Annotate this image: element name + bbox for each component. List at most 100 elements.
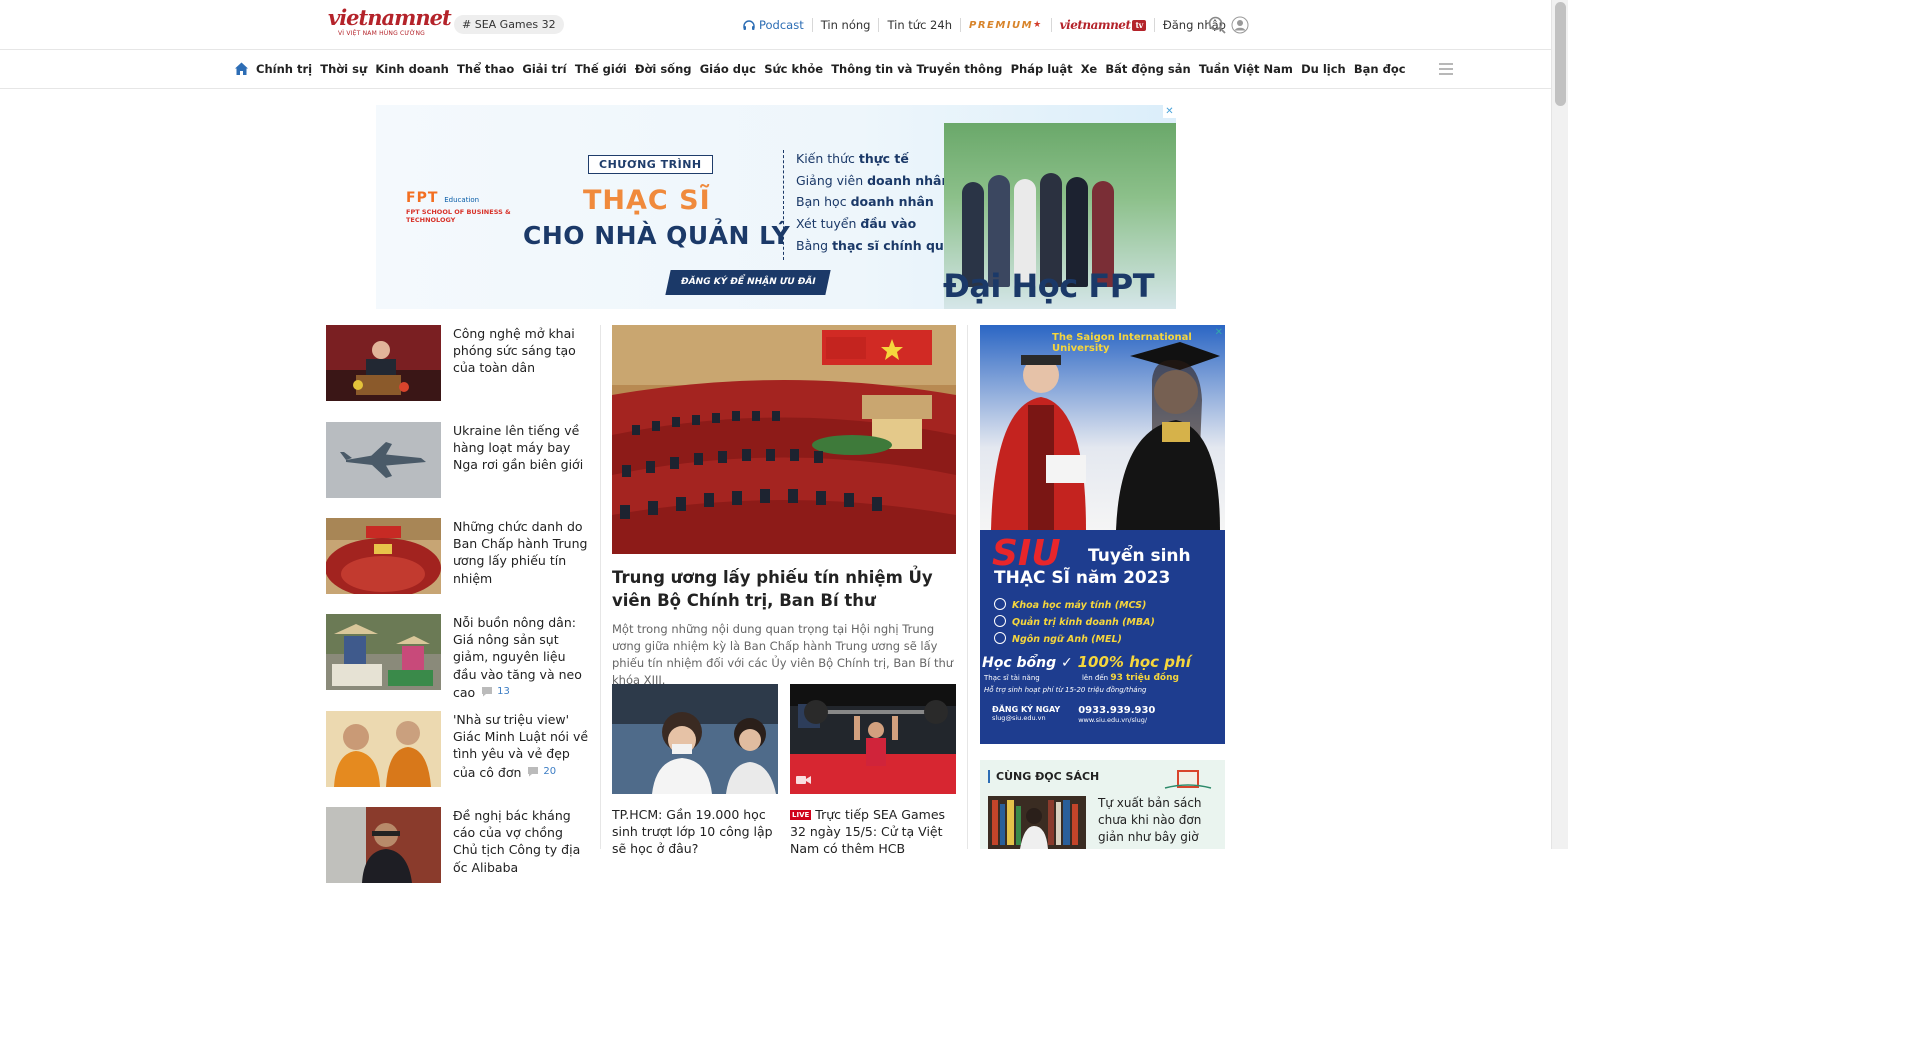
list-item[interactable]: Ukraine lên tiếng về hàng loạt máy bay N… [326,422,591,498]
news-title[interactable]: Công nghệ mở khai phóng sức sáng tạo của… [453,325,591,377]
vietnamnet-tv-link[interactable]: vietnamnet tv [1060,18,1146,32]
fpt-banner-ad[interactable]: FPT Education FPT SCHOOL OF BUSINESS & T… [376,105,1176,309]
siu-contact: ĐĂNG KÝ NGAY slug@siu.edu.vn 0933.939.930… [992,705,1155,724]
home-icon[interactable] [234,61,249,76]
comment-icon [482,686,493,697]
sub-story-image[interactable] [612,684,778,794]
sub-story-title[interactable]: LIVE Trực tiếp SEA Games 32 ngày 15/5: Cử… [790,806,956,858]
nav-item-the-thao[interactable]: Thể thao [457,62,514,76]
siu-side-ad[interactable]: The Saigon International University ✕ SI… [980,325,1225,744]
divider [878,18,880,32]
sub-story-title[interactable]: TP.HCM: Gần 19.000 học sinh trượt lớp 10… [612,806,778,858]
nav-item-suc-khoe[interactable]: Sức khỏe [764,62,823,76]
headphones-icon [743,20,755,30]
nav-item-giai-tri[interactable]: Giải trí [522,62,566,76]
siu-register[interactable]: ĐĂNG KÝ NGAY slug@siu.edu.vn [992,705,1060,724]
vntv-wordmark: vietnamnet [1059,18,1131,32]
page-scrollbar[interactable] [1551,0,1568,849]
news-title[interactable]: Những chức danh do Ban Chấp hành Trung ư… [453,518,591,587]
reading-article-title[interactable]: Tự xuất bản sách chưa khi nào đơn giản n… [1098,795,1216,846]
ad-headline-2: CHO NHÀ QUẢN LÝ [523,221,791,250]
main-story-summary: Một trong những nội dung quan trọng tại … [612,622,954,687]
fpt-education: Education [444,196,480,204]
vietnamnet-logo[interactable]: vietnamnet VÌ VIỆT NAM HÙNG CƯỜNG [328,6,452,42]
news-title[interactable]: Nỗi buồn nông dân: Giá nông sản sụt giảm… [453,614,591,701]
news-thumbnail[interactable] [326,325,441,401]
top-header: vietnamnet VÌ VIỆT NAM HÙNG CƯỜNG # SEA … [0,0,1551,50]
siu-tuyen-sinh: Tuyển sinh [1088,546,1191,566]
divider [1050,18,1052,32]
search-icon[interactable] [1208,16,1226,34]
siu-scholarship: Học bổng ✓ 100% học phí [982,653,1191,671]
ad-corner-icon[interactable]: ✕ [1215,327,1223,338]
news-thumbnail[interactable] [326,614,441,690]
list-item[interactable]: Nỗi buồn nông dân: Giá nông sản sụt giảm… [326,614,591,700]
check-circle-icon [994,615,1006,627]
news-thumbnail[interactable] [326,807,441,883]
book-icon [1164,770,1212,789]
sub-story-image[interactable] [790,684,956,794]
list-item[interactable]: Những chức danh do Ban Chấp hành Trung ư… [326,518,591,594]
fpt-school-name: FPT SCHOOL OF BUSINESS & TECHNOLOGY [406,208,511,224]
ad-feature: Xét tuyển đầu vào [796,216,917,232]
nav-item-thoi-su[interactable]: Thời sự [320,62,367,76]
main-story-image[interactable] [612,325,956,554]
main-story-title[interactable]: Trung ương lấy phiếu tín nhiệm Ủy viên B… [612,566,956,612]
nav-item-giao-duc[interactable]: Giáo dục [700,62,756,76]
nav-item-doi-song[interactable]: Đời sống [635,62,692,76]
video-camera-icon [796,776,811,784]
nav-item-phap-luat[interactable]: Pháp luật [1011,62,1073,76]
siu-thac-si: THẠC SĨ năm 2023 [994,568,1171,588]
reading-thumbnail[interactable] [988,796,1086,849]
hashtag-sea-games[interactable]: # SEA Games 32 [454,15,564,34]
news-title[interactable]: 'Nhà sư triệu view' Giác Minh Luật nói v… [453,711,591,781]
ad-feature: Bạn học doanh nhân [796,194,934,210]
vntv-badge: tv [1132,19,1146,31]
list-item[interactable]: Công nghệ mở khai phóng sức sáng tạo của… [326,325,591,401]
news-title[interactable]: Ukraine lên tiếng về hàng loạt máy bay N… [453,422,591,474]
login-button[interactable]: Đăng nhập [1163,16,1249,34]
ad-feature: Giảng viên doanh nhân [796,172,951,188]
nav-item-xe[interactable]: Xe [1081,62,1097,76]
news-thumbnail[interactable] [326,422,441,498]
comment-count[interactable]: 13 [481,683,510,700]
tin-tuc-24h-link[interactable]: Tin tức 24h [887,18,952,32]
divider [959,18,961,32]
nav-item-kinh-doanh[interactable]: Kinh doanh [375,62,449,76]
scrollbar-thumb[interactable] [1555,2,1566,106]
premium-label: PREMIUM [968,19,1034,31]
ad-headline-1: THẠC SĨ [583,185,711,216]
nav-item-thong-tin-truyen-thong[interactable]: Thông tin và Truyền thông [831,62,1002,76]
nav-item-chinh-tri[interactable]: Chính trị [256,62,312,76]
check-circle-icon [994,632,1006,644]
news-thumbnail[interactable] [326,518,441,594]
list-item[interactable]: Đề nghị bác kháng cáo của vợ chồng Chủ t… [326,807,591,883]
comment-icon [528,766,539,777]
tin-nong-link[interactable]: Tin nóng [821,18,871,32]
siu-phone[interactable]: 0933.939.930 www.siu.edu.vn/slug/ [1078,705,1155,724]
news-thumbnail[interactable] [326,711,441,787]
siu-program: Quản trị kinh doanh (MBA) [994,614,1155,631]
column-divider [600,325,601,849]
nav-item-ban-doc[interactable]: Bạn đọc [1354,62,1406,76]
ad-close-icon[interactable]: ✕ [1163,105,1176,118]
comment-count[interactable]: 20 [527,763,556,780]
logo-tagline: VÌ VIỆT NAM HÙNG CƯỜNG [338,30,425,37]
ad-register-button[interactable]: ĐĂNG KÝ ĐỂ NHẬN ƯU ĐÃI [665,270,831,295]
nav-item-the-gioi[interactable]: Thế giới [575,62,627,76]
fpt-logo: FPT Education FPT SCHOOL OF BUSINESS & T… [406,190,516,224]
nav-item-du-lich[interactable]: Du lịch [1301,62,1346,76]
premium-link[interactable]: PREMIUM ★ [969,20,1043,31]
top-links: Podcast Tin nóng Tin tức 24h PREMIUM ★ vi… [743,15,1249,35]
list-item[interactable]: 'Nhà sư triệu view' Giác Minh Luật nói v… [326,711,591,787]
news-title[interactable]: Đề nghị bác kháng cáo của vợ chồng Chủ t… [453,807,591,876]
reading-box-title[interactable]: CÙNG ĐỌC SÁCH [988,770,1099,783]
siu-living-support: Hỗ trợ sinh hoạt phí từ 15-20 triệu đồng… [984,686,1147,694]
podcast-label: Podcast [759,18,804,32]
ad-graduation-photo: The Saigon International University ✕ [980,325,1225,530]
siu-scholarship-detail: Thạc sĩ tài năng lên đến 93 triệu đồng [984,673,1179,683]
nav-item-bat-dong-san[interactable]: Bất động sản [1105,62,1190,76]
nav-item-tuan-viet-nam[interactable]: Tuần Việt Nam [1199,62,1293,76]
hamburger-menu-icon[interactable] [1438,62,1454,76]
podcast-link[interactable]: Podcast [743,18,804,32]
